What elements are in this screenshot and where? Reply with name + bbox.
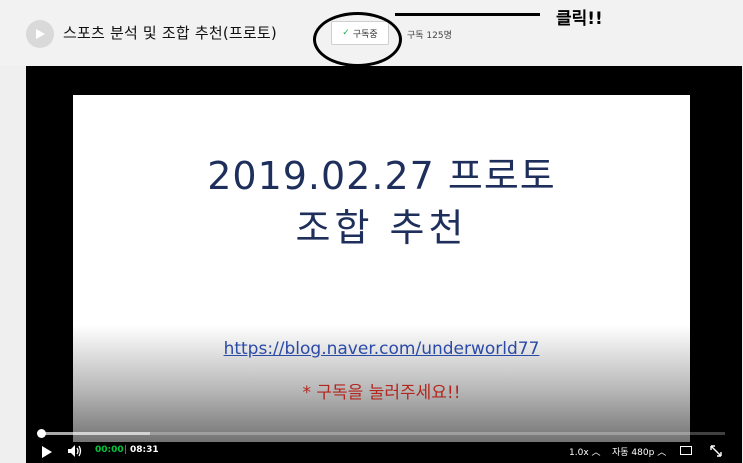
subscriber-count: 구독 125명 bbox=[407, 31, 452, 41]
volume-icon[interactable] bbox=[67, 444, 83, 458]
chevron-up-icon: ︿ bbox=[591, 448, 601, 458]
progress-bar[interactable] bbox=[37, 429, 725, 438]
total-time: 08:31 bbox=[130, 445, 159, 455]
player-controls: 00:00 | 08:31 1.0x ︿ 자동 480p ︿ bbox=[26, 442, 742, 462]
annotation-line bbox=[395, 13, 540, 16]
play-logo-icon bbox=[36, 29, 45, 39]
slide-subscribe-note: * 구독을 눌러주세요!! bbox=[302, 383, 461, 403]
slide-blog-link: https://blog.naver.com/underworld77 bbox=[223, 339, 540, 359]
video-frame: 2019.02.27 프로토 조합 추천 https://blog.naver.… bbox=[73, 95, 690, 442]
speed-label: 1.0x bbox=[569, 448, 589, 458]
slide-title-line2: 조합 추천 bbox=[295, 206, 468, 250]
progress-buffered bbox=[41, 432, 151, 435]
fullscreen-icon[interactable] bbox=[709, 444, 723, 458]
annotation-circle bbox=[313, 12, 402, 67]
channel-logo[interactable] bbox=[26, 20, 54, 48]
wide-mode-icon[interactable] bbox=[680, 446, 692, 455]
slide-title-line1: 2019.02.27 프로토 bbox=[207, 154, 556, 198]
video-player[interactable]: 2019.02.27 프로토 조합 추천 https://blog.naver.… bbox=[26, 66, 742, 463]
current-time: 00:00 bbox=[95, 445, 124, 455]
quality-label: 자동 480p bbox=[612, 448, 655, 458]
channel-title[interactable]: 스포츠 분석 및 조합 추천(프로토) bbox=[63, 22, 277, 43]
progress-handle[interactable] bbox=[37, 429, 46, 438]
annotation-label: 클릭!! bbox=[556, 9, 603, 29]
chevron-up-icon: ︿ bbox=[657, 448, 667, 458]
quality-button[interactable]: 자동 480p ︿ bbox=[612, 445, 666, 458]
speed-button[interactable]: 1.0x ︿ bbox=[569, 445, 601, 458]
time-separator: | bbox=[124, 445, 128, 455]
play-icon[interactable] bbox=[42, 446, 52, 458]
